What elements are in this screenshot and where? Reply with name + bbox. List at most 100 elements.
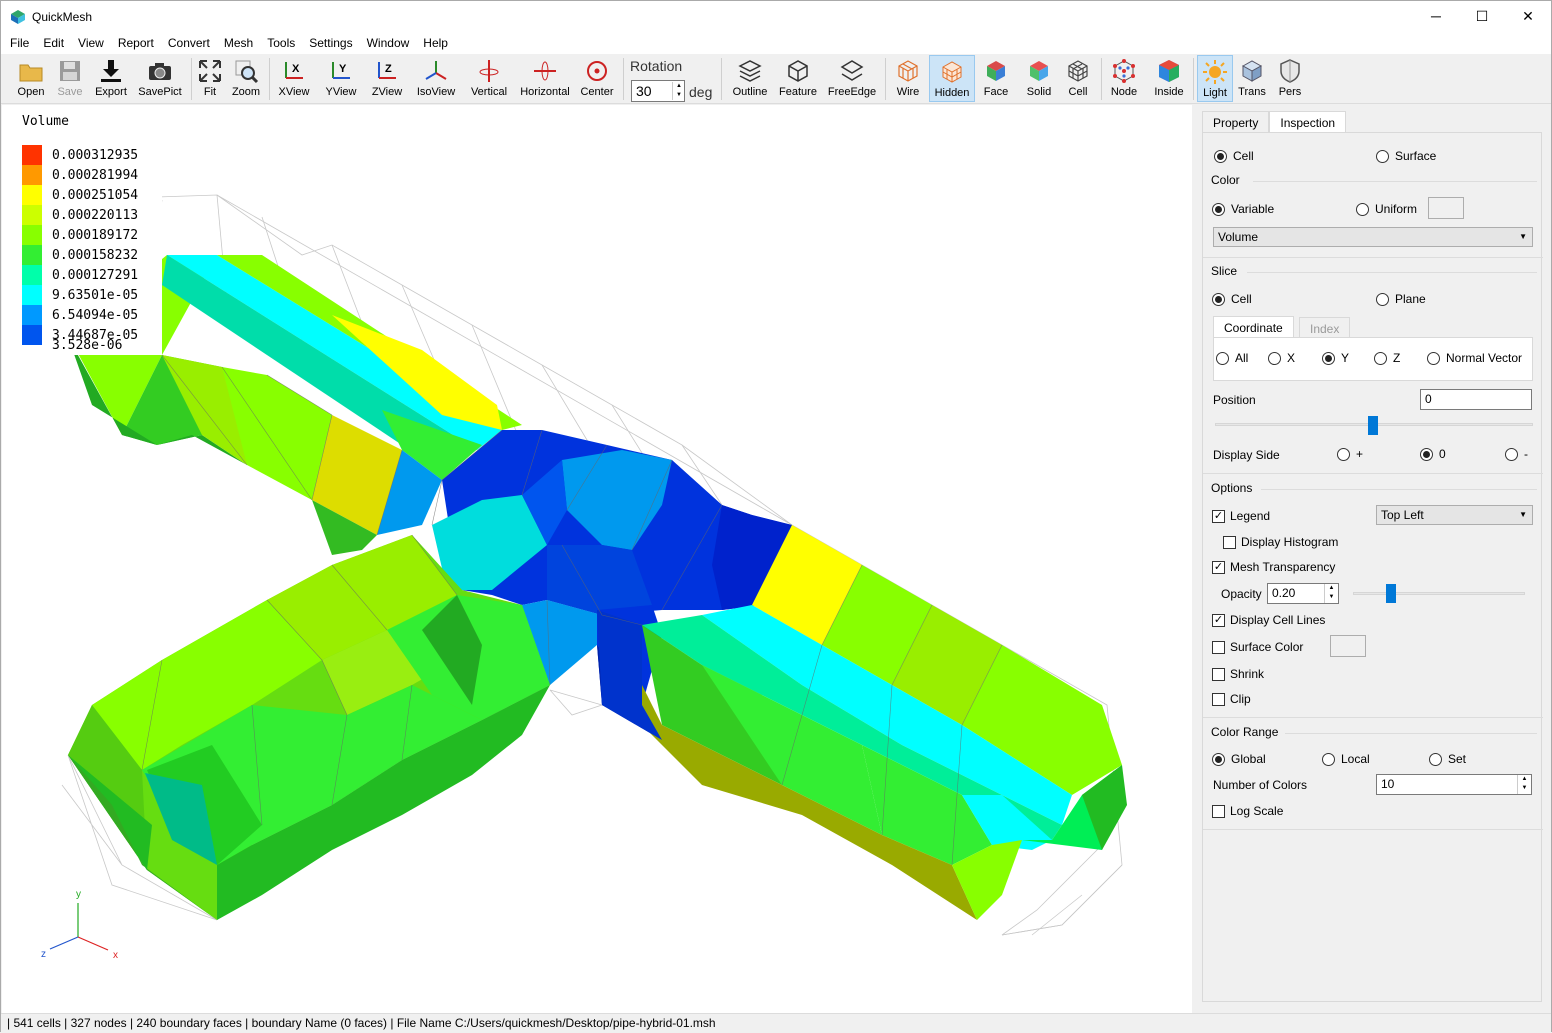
position-input[interactable]: 0 bbox=[1420, 389, 1532, 410]
color-variable-radio[interactable]: Variable bbox=[1212, 202, 1274, 216]
freeedge-button[interactable]: FreeEdge bbox=[825, 55, 879, 102]
color-legend: Volume 0.000312935 0.000281994 0.0002510… bbox=[2, 105, 162, 355]
log-scale-checkbox[interactable]: Log Scale bbox=[1212, 804, 1283, 818]
rotation-spinner[interactable]: ▲ ▼ bbox=[672, 82, 685, 100]
display-cell-lines-checkbox[interactable]: ✓ Display Cell Lines bbox=[1212, 613, 1325, 627]
pers-button[interactable]: Pers bbox=[1273, 55, 1307, 102]
tab-coordinate[interactable]: Coordinate bbox=[1213, 316, 1294, 338]
clip-checkbox[interactable]: Clip bbox=[1212, 692, 1251, 706]
outline-button[interactable]: Outline bbox=[729, 55, 771, 102]
hidden-button[interactable]: Hidden bbox=[929, 55, 975, 102]
minimize-button[interactable]: ─ bbox=[1413, 1, 1459, 31]
slice-axis-normal-radio[interactable]: Normal Vector bbox=[1427, 351, 1522, 365]
opacity-spinner[interactable]: ▲ ▼ bbox=[1324, 584, 1338, 603]
node-button[interactable]: Node bbox=[1107, 55, 1141, 102]
slice-cell-radio[interactable]: Cell bbox=[1212, 292, 1252, 306]
menu-edit[interactable]: Edit bbox=[36, 36, 71, 50]
slice-axis-z-radio[interactable]: Z bbox=[1374, 351, 1400, 365]
slice-axis-all-label: All bbox=[1235, 351, 1249, 365]
tab-property[interactable]: Property bbox=[1202, 111, 1270, 133]
download-icon bbox=[101, 60, 121, 82]
horizontal-rotate-button[interactable]: Horizontal bbox=[517, 55, 573, 102]
menu-mesh[interactable]: Mesh bbox=[217, 36, 260, 50]
menu-tools[interactable]: Tools bbox=[260, 36, 302, 50]
feature-button[interactable]: Feature bbox=[775, 55, 821, 102]
tab-inspection[interactable]: Inspection bbox=[1269, 111, 1347, 133]
legend-checkbox[interactable]: ✓ Legend bbox=[1212, 509, 1270, 523]
app-window: QuickMesh ─ ☐ ✕ File Edit View Report Co… bbox=[0, 0, 1552, 1032]
close-button[interactable]: ✕ bbox=[1505, 1, 1551, 31]
fit-button[interactable]: Fit bbox=[195, 55, 225, 102]
display-side-minus-radio[interactable]: - bbox=[1505, 447, 1528, 461]
rotation-angle-input[interactable]: 30 ▲ ▼ bbox=[631, 80, 685, 102]
shrink-checkbox[interactable]: Shrink bbox=[1212, 667, 1264, 681]
color-variable-label: Variable bbox=[1231, 202, 1275, 216]
menu-report[interactable]: Report bbox=[111, 36, 161, 50]
inside-button[interactable]: Inside bbox=[1149, 55, 1189, 102]
tab-index[interactable]: Index bbox=[1299, 317, 1351, 339]
open-button[interactable]: Open bbox=[13, 55, 49, 102]
menu-file[interactable]: File bbox=[3, 36, 36, 50]
position-slider-thumb[interactable] bbox=[1368, 416, 1378, 435]
legend-swatch bbox=[22, 245, 42, 265]
slice-axis-y-radio[interactable]: Y bbox=[1322, 351, 1349, 365]
opacity-slider[interactable] bbox=[1353, 592, 1525, 595]
save-button[interactable]: Save bbox=[53, 55, 87, 102]
legend-position-select[interactable]: Top Left ▼ bbox=[1376, 505, 1533, 525]
xview-button[interactable]: X XView bbox=[275, 55, 313, 102]
display-histogram-checkbox[interactable]: Display Histogram bbox=[1223, 535, 1338, 549]
slice-group-label: Slice bbox=[1211, 264, 1238, 278]
light-button[interactable]: Light bbox=[1197, 55, 1233, 102]
mesh-render[interactable] bbox=[2, 105, 1192, 1013]
menu-bar: File Edit View Report Convert Mesh Tools… bbox=[1, 32, 1551, 54]
mode-cell-radio[interactable]: Cell bbox=[1214, 149, 1254, 163]
surface-color-button[interactable] bbox=[1330, 635, 1366, 657]
legend-swatch bbox=[22, 285, 42, 305]
range-local-radio[interactable]: Local bbox=[1322, 752, 1370, 766]
menu-help[interactable]: Help bbox=[416, 36, 455, 50]
mode-surface-radio[interactable]: Surface bbox=[1376, 149, 1436, 163]
number-of-colors-input[interactable]: 10 ▲ ▼ bbox=[1376, 774, 1532, 795]
display-side-zero-radio[interactable]: 0 bbox=[1420, 447, 1446, 461]
slice-axis-x-radio[interactable]: X bbox=[1268, 351, 1295, 365]
legend-entry: 0.000158232 bbox=[22, 245, 138, 265]
slice-axis-all-radio[interactable]: All bbox=[1216, 351, 1248, 365]
color-uniform-radio[interactable]: Uniform bbox=[1356, 202, 1417, 216]
slice-plane-label: Plane bbox=[1395, 292, 1426, 306]
mesh-transparency-checkbox[interactable]: ✓ Mesh Transparency bbox=[1212, 560, 1335, 574]
legend-checkbox-label: Legend bbox=[1230, 509, 1271, 523]
menu-settings[interactable]: Settings bbox=[302, 36, 359, 50]
trans-button[interactable]: Trans bbox=[1235, 55, 1269, 102]
number-of-colors-spinner[interactable]: ▲ ▼ bbox=[1517, 775, 1531, 794]
isoview-button[interactable]: IsoView bbox=[413, 55, 459, 102]
axis-x-label: x bbox=[113, 950, 118, 961]
yview-button[interactable]: Y YView bbox=[321, 55, 361, 102]
display-side-plus-label: + bbox=[1356, 447, 1364, 461]
menu-window[interactable]: Window bbox=[360, 36, 417, 50]
slice-plane-radio[interactable]: Plane bbox=[1376, 292, 1426, 306]
legend-value: 0.000158232 bbox=[52, 247, 139, 263]
uniform-color-button[interactable] bbox=[1428, 197, 1464, 219]
range-set-radio[interactable]: Set bbox=[1429, 752, 1466, 766]
zoom-button[interactable]: Zoom bbox=[229, 55, 263, 102]
opacity-slider-thumb[interactable] bbox=[1386, 584, 1396, 603]
menu-convert[interactable]: Convert bbox=[161, 36, 217, 50]
display-histogram-label: Display Histogram bbox=[1241, 535, 1339, 549]
solid-button[interactable]: Solid bbox=[1021, 55, 1057, 102]
surface-color-checkbox[interactable]: Surface Color bbox=[1212, 640, 1303, 654]
savepict-button[interactable]: SavePict bbox=[135, 55, 185, 102]
wire-button[interactable]: Wire bbox=[891, 55, 925, 102]
maximize-button[interactable]: ☐ bbox=[1459, 1, 1505, 31]
range-global-radio[interactable]: Global bbox=[1212, 752, 1266, 766]
opacity-input[interactable]: 0.20 ▲ ▼ bbox=[1267, 583, 1339, 604]
center-button[interactable]: Center bbox=[577, 55, 617, 102]
zview-button[interactable]: Z ZView bbox=[367, 55, 407, 102]
color-variable-select[interactable]: Volume ▼ bbox=[1213, 227, 1533, 247]
export-button[interactable]: Export bbox=[91, 55, 131, 102]
mesh-viewport[interactable]: Volume 0.000312935 0.000281994 0.0002510… bbox=[2, 105, 1192, 1013]
menu-view[interactable]: View bbox=[71, 36, 111, 50]
face-button[interactable]: Face bbox=[979, 55, 1013, 102]
cell-button[interactable]: Cell bbox=[1061, 55, 1095, 102]
display-side-plus-radio[interactable]: + bbox=[1337, 447, 1363, 461]
vertical-rotate-button[interactable]: Vertical bbox=[467, 55, 511, 102]
